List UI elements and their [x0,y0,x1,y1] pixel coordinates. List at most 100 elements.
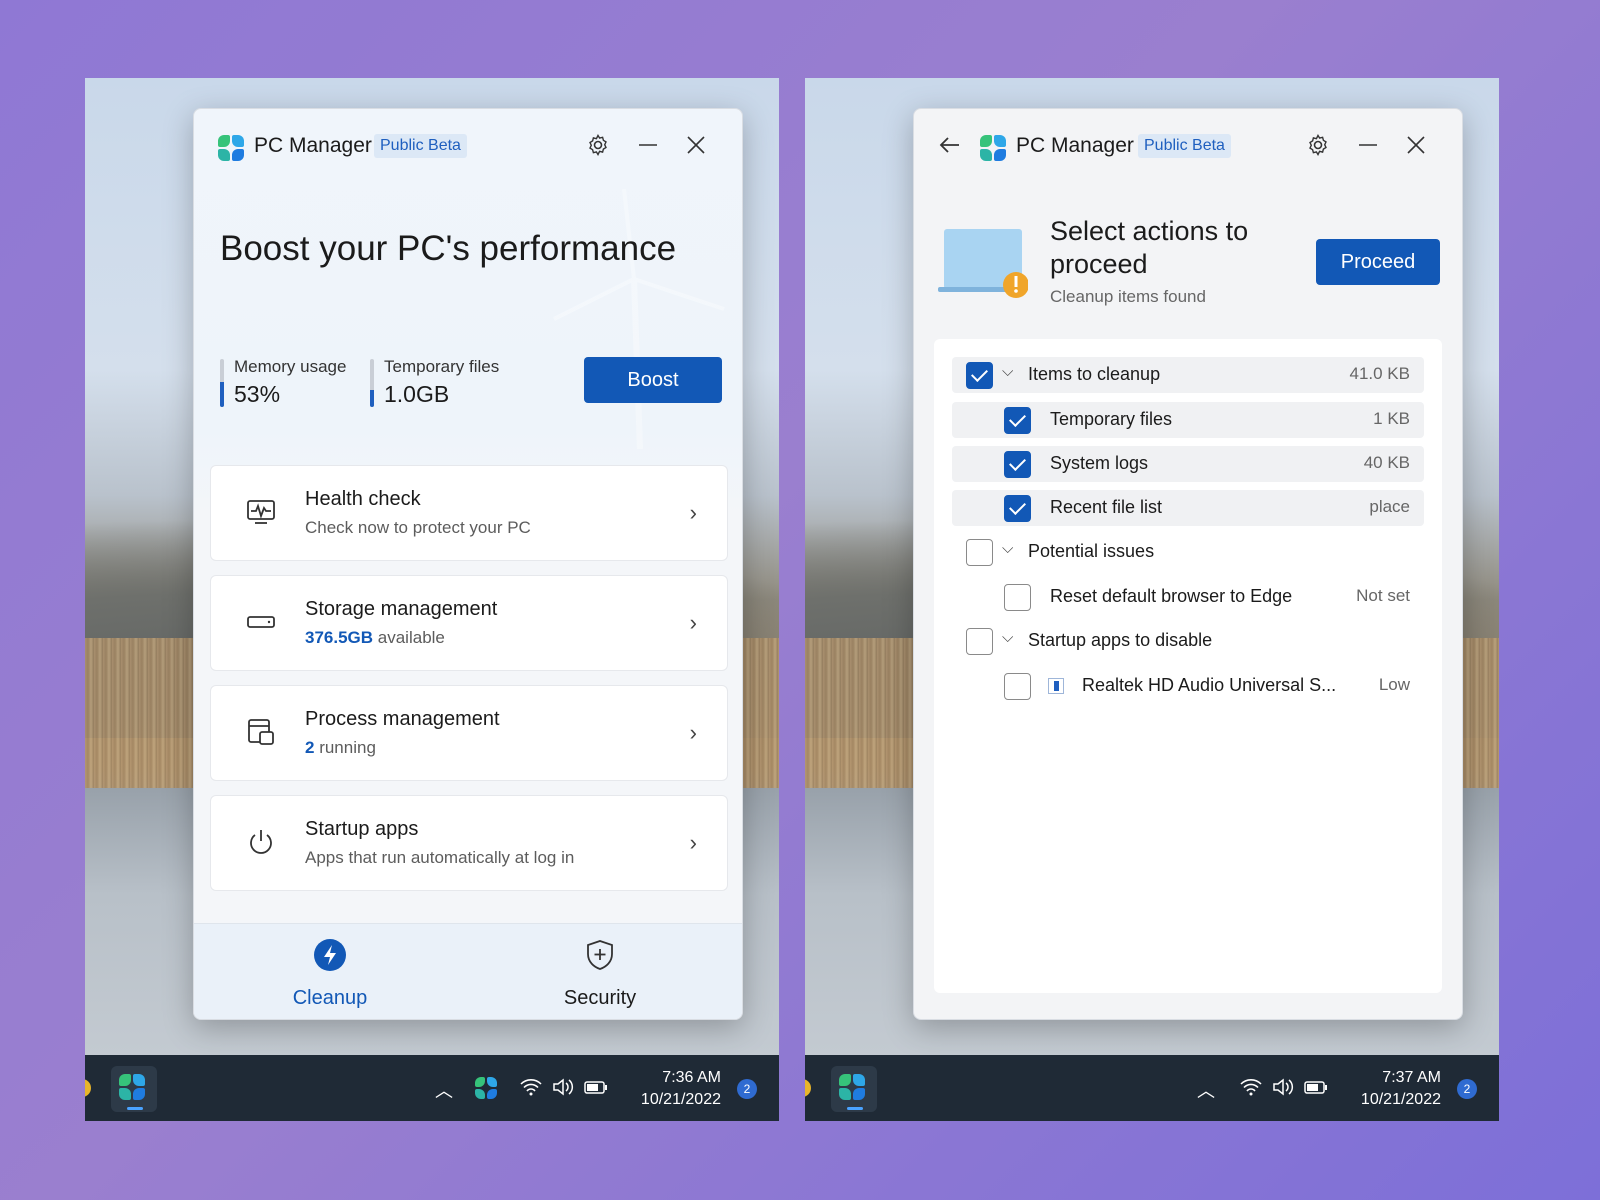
tray-chevron-up-icon[interactable]: ︿ [435,1077,453,1103]
temporary-files-value: 1.0GB [384,381,450,407]
chevron-down-icon[interactable]: ⌵ [1002,540,1013,557]
clock[interactable]: 7:36 AM 10/21/2022 [641,1067,721,1111]
item-value: Low [1378,675,1410,694]
pc-manager-logo-icon [119,1074,145,1100]
item-value: Not set [1356,586,1410,605]
close-button[interactable] [1402,133,1430,161]
notification-badge[interactable]: 2 [1457,1079,1477,1099]
checkbox-potential-issues[interactable] [966,539,993,566]
settings-gear-icon[interactable] [1304,133,1332,161]
list-item-system-logs[interactable]: System logs 40 KB [952,446,1424,482]
group-potential-issues[interactable]: ⌵ Potential issues [952,534,1424,570]
group-label: Startup apps to disable [1028,630,1213,650]
card-process-management[interactable]: Process management 2 running › [210,685,728,781]
storage-drive-icon [247,616,275,628]
tray-chevron-up-icon[interactable]: ︿ [1197,1077,1215,1103]
taskbar: ︿ 7:36 AM 10/21/2022 2 [85,1055,779,1121]
memory-usage-value: 53% [234,381,281,407]
clock-date: 10/21/2022 [1360,1091,1441,1108]
taskbar-app-icon[interactable] [805,1079,811,1097]
volume-icon[interactable] [1271,1077,1295,1097]
chevron-right-icon: › [689,720,697,745]
checkbox-recent-file-list[interactable] [1004,495,1031,522]
list-item-realtek-audio[interactable]: Realtek HD Audio Universal S... Low [952,668,1424,704]
group-label: Potential issues [1028,541,1155,561]
bottom-nav: Cleanup Security [194,923,742,1019]
back-arrow-icon[interactable] [938,133,962,164]
group-startup-apps[interactable]: ⌵ Startup apps to disable [952,623,1424,659]
volume-icon[interactable] [551,1077,575,1097]
checkbox-startup-apps[interactable] [966,628,993,655]
minimize-button[interactable] [634,133,662,161]
app-title: PC Manager [254,134,372,157]
group-items-to-cleanup[interactable]: ⌵ Items to cleanup 41.0 KB [952,357,1424,393]
title-bar: PC Manager Public Beta [914,109,1462,185]
lightning-icon [314,939,346,971]
card-startup-apps[interactable]: Startup apps Apps that run automatically… [210,795,728,891]
memory-usage-bar [220,359,224,407]
tab-cleanup-label: Cleanup [292,987,368,1009]
list-item-temporary-files[interactable]: Temporary files 1 KB [952,402,1424,438]
clock-date: 10/21/2022 [640,1091,721,1108]
tab-security-label: Security [563,987,637,1009]
card-storage-management[interactable]: Storage management 376.5GB available › [210,575,728,671]
item-value: 1 KB [1373,409,1410,428]
cleanup-list-panel: ⌵ Items to cleanup 41.0 KB Temporary fil… [934,339,1442,993]
card-title: Storage management [305,598,498,620]
notification-badge[interactable]: 2 [737,1079,757,1099]
settings-gear-icon[interactable] [584,133,612,161]
clock[interactable]: 7:37 AM 10/21/2022 [1361,1067,1441,1111]
shield-icon [587,940,613,970]
tab-security[interactable]: Security [500,938,700,1010]
memory-usage-label: Memory usage [234,357,347,376]
pc-manager-logo-icon [218,135,244,161]
item-label: Temporary files [1050,409,1173,429]
battery-icon[interactable] [1303,1077,1329,1097]
checkbox-system-logs[interactable] [1004,451,1031,478]
health-monitor-icon [247,500,275,524]
battery-icon[interactable] [583,1077,609,1097]
checkbox-items-to-cleanup[interactable] [966,362,993,389]
left-screenshot: PC Manager Public Beta Boost your PC's p… [85,78,779,1121]
pc-manager-logo-icon [980,135,1006,161]
select-actions-title: Select actions to proceed [1050,216,1249,279]
clock-time: 7:36 AM [662,1069,721,1086]
proceed-button[interactable]: Proceed [1316,239,1440,285]
pc-manager-window: PC Manager Public Beta Boost your PC's p… [193,108,743,1020]
card-title: Process management [305,708,500,730]
taskbar-app-icon[interactable] [85,1079,91,1097]
card-health-check[interactable]: Health check Check now to protect your P… [210,465,728,561]
pc-manager-logo-icon [839,1074,865,1100]
taskbar-pc-manager-button[interactable] [111,1066,157,1112]
power-icon [250,830,272,854]
tab-cleanup[interactable]: Cleanup [230,938,430,1010]
group-label: Items to cleanup [1028,364,1161,384]
right-screenshot: PC Manager Public Beta Select actions to… [805,78,1499,1121]
card-subtitle: Check now to protect your PC [305,518,531,537]
taskbar-pc-manager-button[interactable] [831,1066,877,1112]
clock-time: 7:37 AM [1382,1069,1441,1086]
wind-turbine-illustration [553,189,725,449]
list-item-recent-file-list[interactable]: Recent file list place [952,490,1424,526]
item-label: Recent file list [1050,497,1163,517]
minimize-button[interactable] [1354,133,1382,161]
boost-button[interactable]: Boost [584,357,722,403]
checkbox-reset-browser[interactable] [1004,584,1031,611]
app-title: PC Manager [1016,134,1134,157]
tray-pc-manager-icon[interactable] [475,1077,497,1099]
item-value: place [1369,497,1410,516]
checkbox-realtek-audio[interactable] [1004,673,1031,700]
checkbox-temporary-files[interactable] [1004,407,1031,434]
chevron-down-icon[interactable]: ⌵ [1002,363,1013,380]
chevron-right-icon: › [689,500,697,525]
list-item-reset-browser[interactable]: Reset default browser to Edge Not set [952,579,1424,615]
laptop-warning-icon [938,229,1028,298]
wifi-icon[interactable] [1239,1077,1263,1097]
close-button[interactable] [682,133,710,161]
wifi-icon[interactable] [519,1077,543,1097]
beta-badge: Public Beta [1138,134,1231,158]
card-subtitle: Apps that run automatically at log in [305,848,575,867]
item-label: Realtek HD Audio Universal S... [1082,675,1337,695]
chevron-down-icon[interactable]: ⌵ [1002,629,1013,646]
taskbar: ︿ 7:37 AM 10/21/2022 2 [805,1055,1499,1121]
